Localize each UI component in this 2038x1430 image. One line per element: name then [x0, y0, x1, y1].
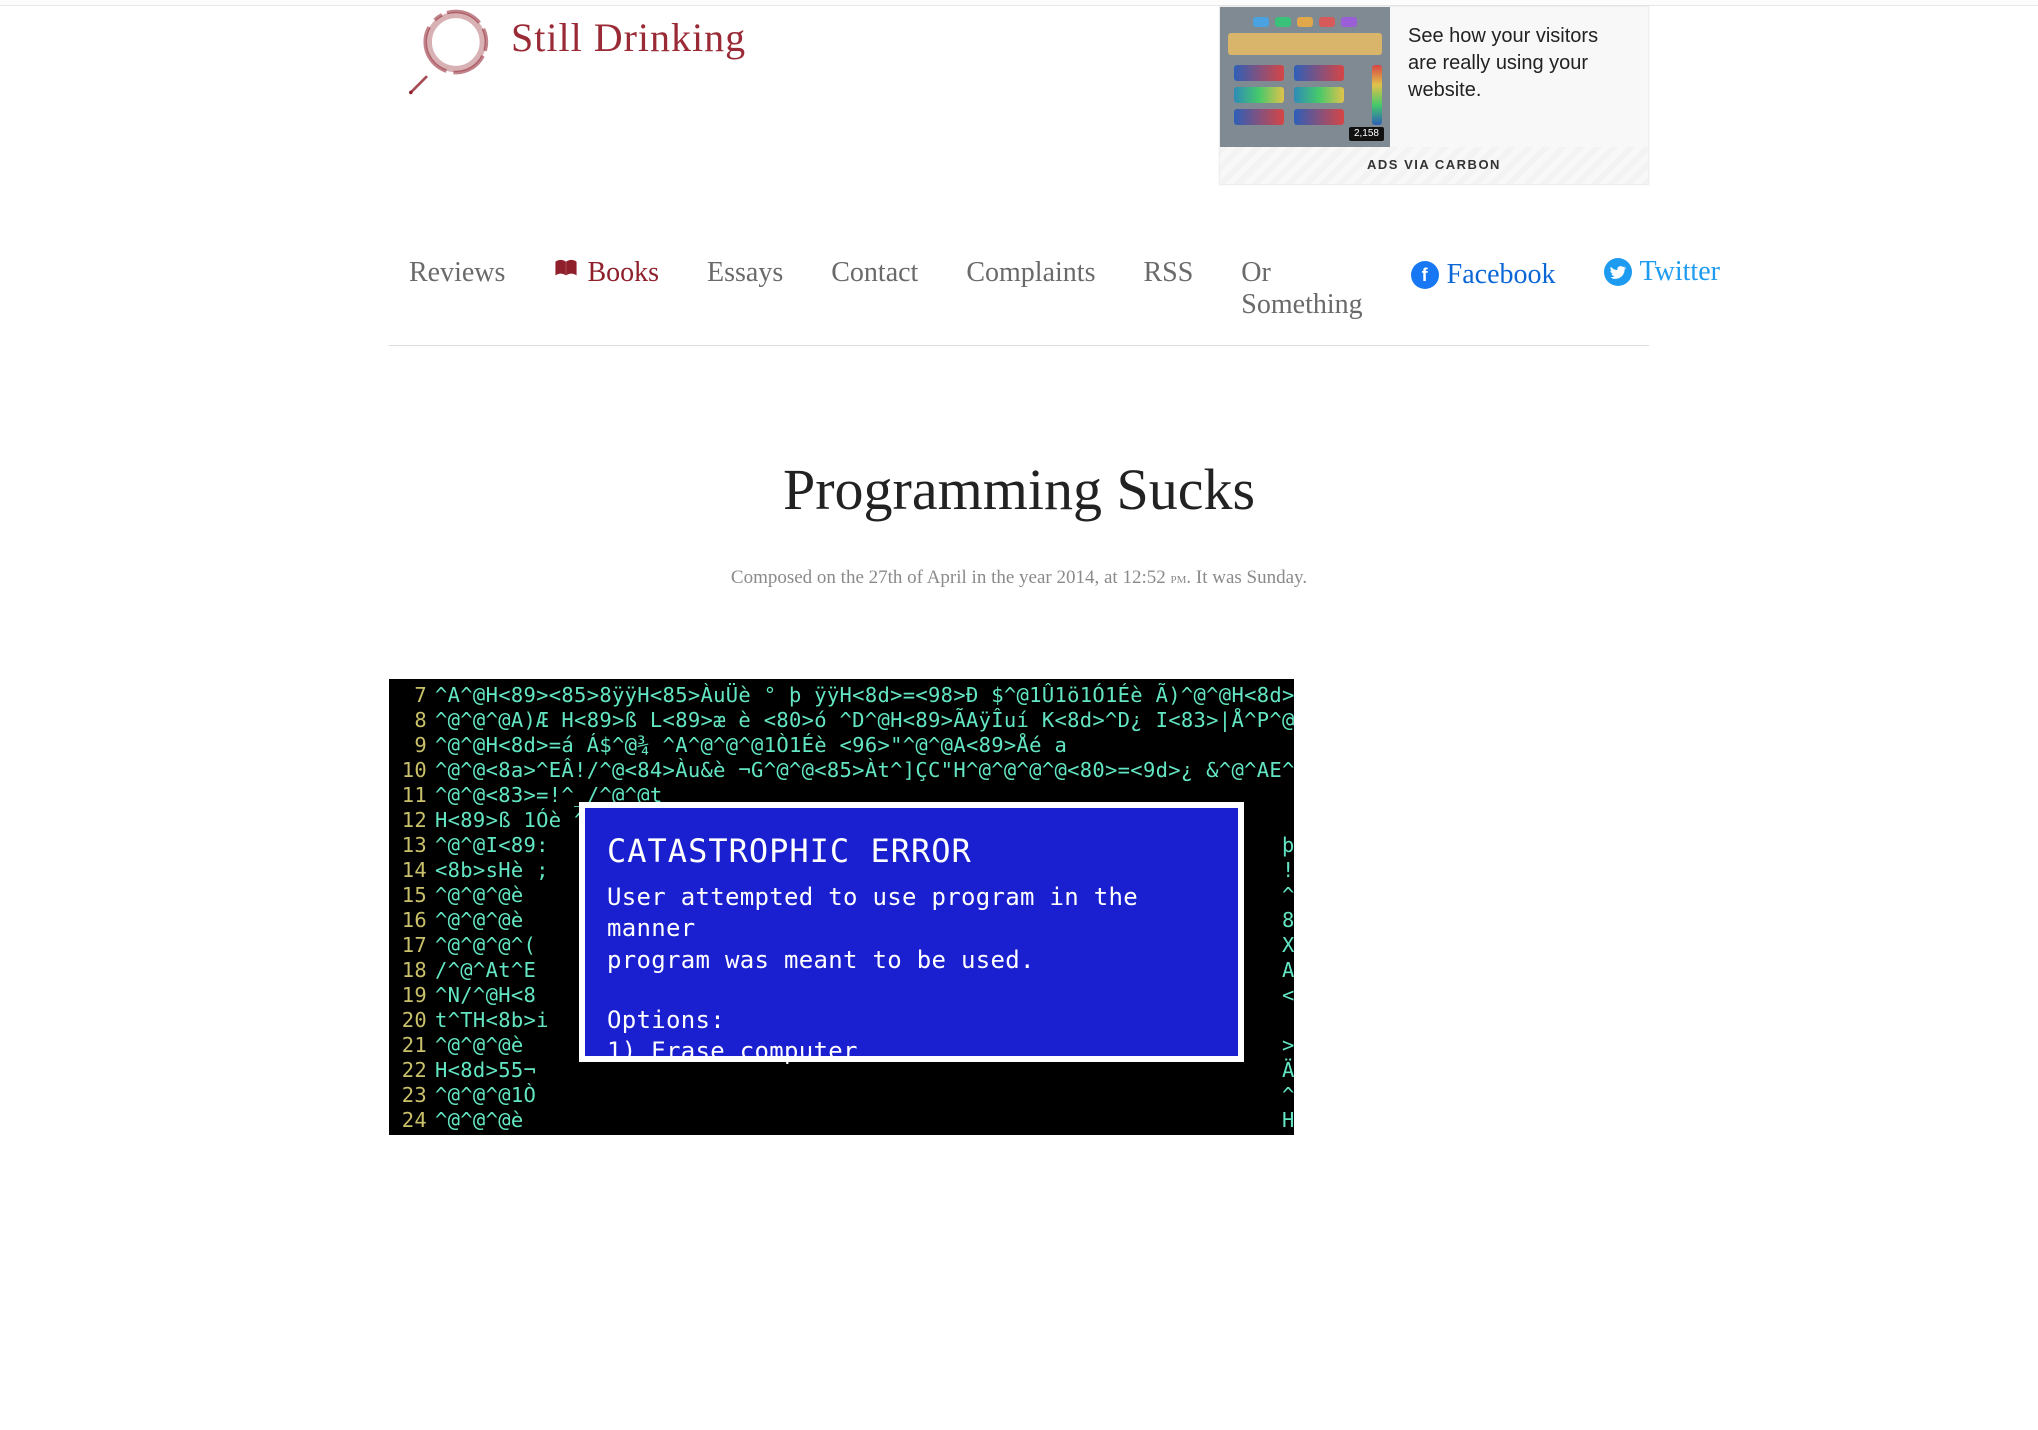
nav-books-label: Books: [587, 257, 659, 289]
line-code: ^@^@H<8d>=á Á$^@¾ ^A^@^@^@1Ò1Éè <96>"^@^…: [435, 733, 1294, 758]
nav-complaints[interactable]: Complaints: [966, 257, 1095, 289]
main-nav: Reviews Books Essays Contact Complaints …: [389, 236, 1649, 346]
article-meta-post: . It was Sunday.: [1186, 567, 1307, 588]
twitter-icon: [1604, 258, 1632, 286]
line-number: 24: [389, 1108, 435, 1133]
error-options-label: Options:: [607, 1005, 1216, 1037]
line-number: 11: [389, 783, 435, 808]
ad-badge: 2,158: [1349, 127, 1384, 141]
line-number: 18: [389, 958, 435, 983]
facebook-icon: f: [1411, 261, 1439, 289]
site-title: Still Drinking: [511, 14, 746, 61]
line-number: 12: [389, 808, 435, 833]
line-number: 19: [389, 983, 435, 1008]
book-icon: [553, 257, 579, 289]
line-number: 20: [389, 1008, 435, 1033]
line-number: 16: [389, 908, 435, 933]
ad-thumbnail: 2,158: [1220, 7, 1390, 147]
line-number: 14: [389, 858, 435, 883]
line-number: 17: [389, 933, 435, 958]
nav-twitter[interactable]: Twitter: [1604, 256, 1720, 288]
ad-card[interactable]: 2,158 See how your visitors are really u…: [1219, 6, 1649, 185]
line-number: 8: [389, 708, 435, 733]
error-body-line2: program was meant to be used.: [607, 945, 1216, 977]
terminal-line: 8^@^@^@A)Æ H<89>ß L<89>æ è <80>ó ^D^@H<8…: [389, 708, 1294, 733]
line-number: 15: [389, 883, 435, 908]
terminal-line: 9^@^@H<8d>=á Á$^@¾ ^A^@^@^@1Ò1Éè <96>"^@…: [389, 733, 1294, 758]
article-meta: Composed on the 27th of April in the yea…: [389, 567, 1649, 589]
wine-ring-icon: [409, 6, 499, 96]
nav-essays[interactable]: Essays: [707, 257, 783, 289]
nav-contact[interactable]: Contact: [831, 257, 918, 289]
line-number: 13: [389, 833, 435, 858]
error-body-line1: User attempted to use program in the man…: [607, 882, 1216, 945]
line-number: 10: [389, 758, 435, 783]
nav-twitter-label: Twitter: [1640, 256, 1720, 288]
nav-facebook-label: Facebook: [1447, 259, 1556, 291]
line-number: 9: [389, 733, 435, 758]
article-meta-ampm: pm: [1171, 570, 1187, 587]
article-meta-pre: Composed on the 27th of April in the yea…: [731, 567, 1171, 588]
nav-rss[interactable]: RSS: [1143, 257, 1193, 289]
line-number: 21: [389, 1033, 435, 1058]
terminal-line: 10^@^@<8a>^EÂ!/^@<84>Àu&è ¬G^@^@<85>Àt^]…: [389, 758, 1294, 783]
line-number: 22: [389, 1058, 435, 1083]
nav-reviews[interactable]: Reviews: [409, 257, 505, 289]
ad-attribution[interactable]: ADS VIA CARBON: [1220, 147, 1648, 184]
line-number: 23: [389, 1083, 435, 1108]
terminal-line: 23^@^@^@1Ò ^D^@f^0|À: [389, 1083, 1294, 1108]
line-code: ^A^@H<89><85>8ÿÿH<85>ÀuÜè ° þ ÿÿH<8d>=<9…: [435, 683, 1294, 708]
nav-orsomething[interactable]: Or Something: [1241, 257, 1362, 321]
error-dialog: CATASTROPHIC ERROR User attempted to use…: [579, 802, 1244, 1062]
ad-copy: See how your visitors are really using y…: [1390, 7, 1648, 147]
terminal-line: 24^@^@^@è H<8d>5ê §: [389, 1108, 1294, 1133]
error-option-1: 1) Erase computer: [607, 1036, 1216, 1068]
terminal-screenshot: CATASTROPHIC ERROR User attempted to use…: [389, 679, 1294, 1135]
line-number: 7: [389, 683, 435, 708]
error-title: CATASTROPHIC ERROR: [607, 830, 1216, 872]
nav-facebook[interactable]: f Facebook: [1411, 259, 1556, 291]
terminal-line: 7^A^@H<89><85>8ÿÿH<85>ÀuÜè ° þ ÿÿH<8d>=<…: [389, 683, 1294, 708]
line-code: ^@^@<8a>^EÂ!/^@<84>Àu&è ¬G^@^@<85>Àt^]ÇC…: [435, 758, 1294, 783]
line-code: ^@^@^@A)Æ H<89>ß L<89>æ è <80>ó ^D^@H<89…: [435, 708, 1294, 733]
nav-books[interactable]: Books: [553, 257, 659, 289]
line-code: ^@^@^@è H<8d>5ê §: [435, 1108, 1294, 1133]
article-title: Programming Sucks: [389, 456, 1649, 523]
site-logo[interactable]: Still Drinking: [409, 6, 746, 96]
line-code: ^@^@^@1Ò ^D^@f^0|À: [435, 1083, 1294, 1108]
